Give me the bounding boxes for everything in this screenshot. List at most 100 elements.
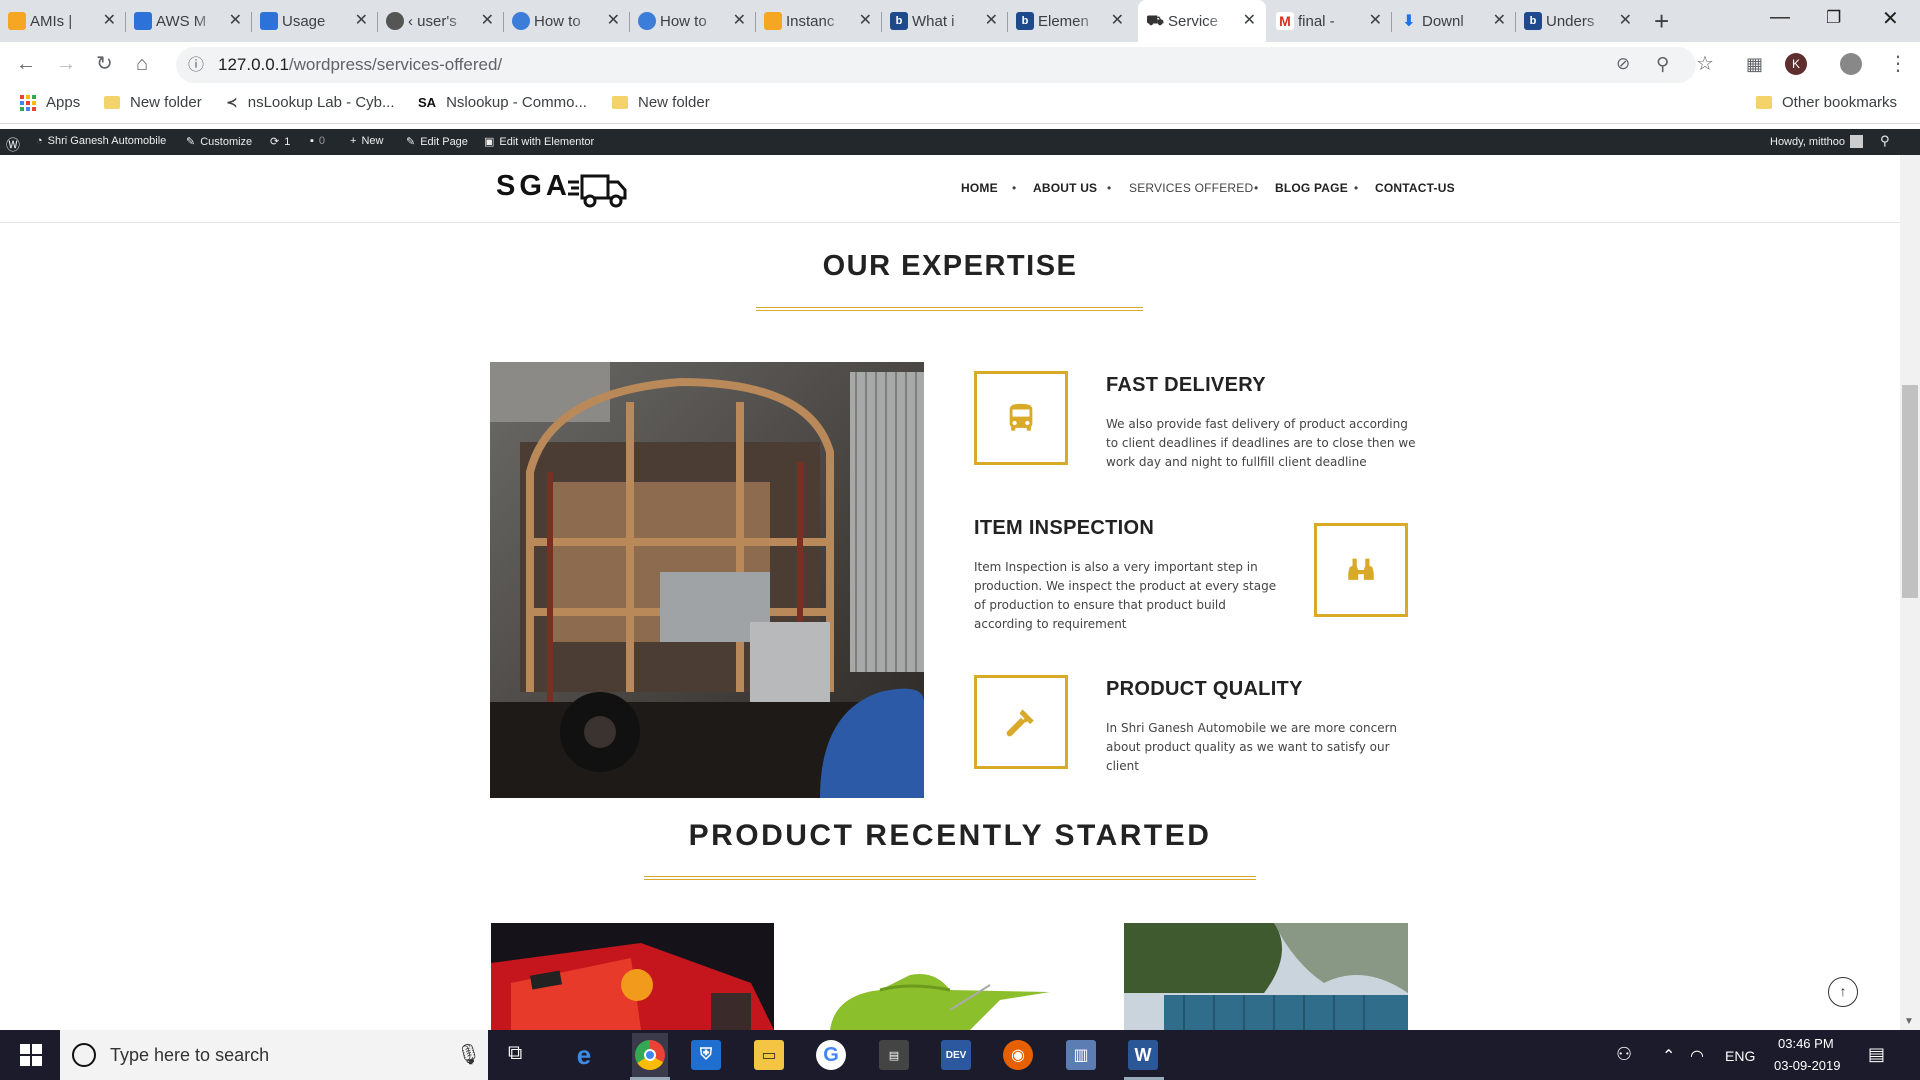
network-app-icon[interactable]: ▥ — [1066, 1040, 1096, 1070]
microphone-icon[interactable]: 🎙 — [456, 1042, 481, 1067]
account-icon[interactable] — [1840, 53, 1862, 75]
tab-5[interactable]: How to ✕ — [630, 0, 756, 42]
bookmark-folder-2[interactable]: New folder — [612, 94, 710, 111]
blocked-icon[interactable]: ⊘ — [1616, 52, 1630, 76]
nav-blog-page[interactable]: BLOG PAGE — [1275, 181, 1348, 195]
wp-admin-bar: Ⓦ ◔ Shri Ganesh Automobile ✎ Customize ⟳ 1 … — [0, 129, 1920, 155]
close-icon[interactable]: ✕ — [859, 12, 872, 30]
site-logo[interactable]: SGA — [496, 170, 571, 203]
nav-contact-us[interactable]: CONTACT-US — [1375, 181, 1455, 195]
gmail-icon: M — [1276, 12, 1294, 30]
close-icon[interactable]: ✕ — [985, 12, 998, 30]
notifications-icon[interactable]: ▤ — [1868, 1044, 1885, 1065]
bookmark-nslookup-lab[interactable]: ≺ nsLookup Lab - Cyb... — [226, 94, 395, 111]
admin-site-link[interactable]: ◔ Shri Ganesh Automobile — [36, 135, 166, 147]
logo-truck-icon — [568, 174, 627, 208]
window-close-button[interactable]: ✕ — [1882, 6, 1899, 31]
app-icon[interactable]: ▤ — [879, 1040, 909, 1070]
reload-icon[interactable]: ↻ — [96, 52, 113, 76]
admin-updates-count: 1 — [284, 135, 291, 148]
zoom-icon[interactable]: ⚲ — [1656, 52, 1669, 76]
task-view-icon[interactable]: ⧉ — [508, 1042, 522, 1065]
nav-about-us[interactable]: ABOUT US — [1033, 181, 1097, 195]
tab-1[interactable]: AWS M ✕ — [126, 0, 252, 42]
workshop-truck-image — [490, 362, 924, 798]
admin-comments-link[interactable]: ▪ 0 — [310, 135, 325, 147]
bookmark-star-icon[interactable]: ☆ — [1696, 52, 1714, 76]
admin-search-icon[interactable]: ⚲ — [1880, 133, 1890, 149]
nav-home[interactable]: HOME — [961, 181, 998, 195]
bookmark-folder[interactable]: New folder — [104, 94, 202, 111]
extension-icon[interactable]: ▦ — [1746, 52, 1763, 76]
forward-icon[interactable]: → — [56, 52, 76, 76]
scrollbar-thumb[interactable] — [1902, 385, 1918, 598]
tab-7[interactable]: b What i ✕ — [882, 0, 1008, 42]
tab-title: Downl — [1422, 12, 1464, 30]
tab-10[interactable]: M final - ✕ — [1268, 0, 1392, 42]
admin-new-link[interactable]: + New — [350, 135, 383, 147]
clock-date[interactable]: 03-09-2019 — [1774, 1058, 1841, 1073]
defender-icon[interactable]: ⛨ — [691, 1040, 721, 1070]
close-icon[interactable]: ✕ — [103, 12, 116, 30]
edge-icon[interactable]: e — [569, 1040, 599, 1070]
tab-6[interactable]: Instanc ✕ — [756, 0, 882, 42]
close-icon[interactable]: ✕ — [229, 12, 242, 30]
tab-4[interactable]: How to ✕ — [504, 0, 630, 42]
close-icon[interactable]: ✕ — [1243, 12, 1256, 30]
profile-avatar[interactable]: K — [1785, 53, 1807, 75]
product-image-container[interactable] — [1124, 923, 1408, 1030]
recent-products-divider — [644, 876, 1256, 880]
file-explorer-icon[interactable]: ▭ — [754, 1040, 784, 1070]
language-indicator[interactable]: ENG — [1725, 1048, 1755, 1064]
maximize-button[interactable]: ❐ — [1826, 8, 1841, 28]
admin-elementor-link[interactable]: ▣ Edit with Elementor — [484, 135, 594, 149]
scroll-down-icon[interactable]: ▼ — [1904, 1016, 1914, 1027]
new-tab-button[interactable]: + — [1654, 8, 1669, 34]
admin-account-link[interactable]: Howdy, mitthoo — [1770, 135, 1863, 148]
tray-chevron-icon[interactable]: ⌃ — [1662, 1046, 1675, 1066]
close-icon[interactable]: ✕ — [607, 12, 620, 30]
wifi-icon[interactable]: ◠ — [1690, 1046, 1704, 1066]
people-tray-icon[interactable]: ⚇ — [1616, 1044, 1632, 1065]
back-to-top-button[interactable]: ↑ — [1828, 977, 1858, 1007]
product-image-green-cart[interactable] — [820, 970, 1060, 1030]
close-icon[interactable]: ✕ — [1369, 12, 1382, 30]
dev-icon[interactable]: DEV — [941, 1040, 971, 1070]
close-icon[interactable]: ✕ — [1111, 12, 1124, 30]
tab-9-active[interactable]: ⛟ Service ✕ — [1138, 0, 1266, 42]
admin-customize-link[interactable]: ✎ Customize — [186, 135, 252, 149]
tab-3[interactable]: ‹ user's ✕ — [378, 0, 504, 42]
tab-0[interactable]: AMIs | ✕ — [0, 0, 126, 42]
product-image-food-truck[interactable] — [491, 923, 774, 1030]
tab-2[interactable]: Usage ✕ — [252, 0, 378, 42]
menu-icon[interactable]: ⋮ — [1888, 52, 1908, 76]
wordpress-icon[interactable]: Ⓦ — [6, 135, 20, 155]
google-icon[interactable]: G — [816, 1040, 846, 1070]
other-bookmarks[interactable]: Other bookmarks — [1756, 94, 1897, 111]
tab-12[interactable]: b Unders ✕ — [1516, 0, 1642, 42]
nav-services-offered[interactable]: SERVICES OFFERED — [1129, 181, 1253, 195]
close-icon[interactable]: ✕ — [481, 12, 494, 30]
home-icon[interactable]: ⌂ — [136, 52, 148, 76]
close-icon[interactable]: ✕ — [1493, 12, 1506, 30]
minimize-button[interactable]: — — [1770, 6, 1790, 29]
close-icon[interactable]: ✕ — [733, 12, 746, 30]
admin-edit-page-link[interactable]: ✎ Edit Page — [406, 135, 468, 149]
chrome-icon[interactable] — [635, 1040, 665, 1070]
url-text[interactable]: 127.0.0.1/wordpress/services-offered/ — [218, 55, 502, 75]
comment-icon: ▪ — [310, 135, 314, 147]
tab-8[interactable]: b Elemen ✕ — [1008, 0, 1134, 42]
word-icon[interactable]: W — [1128, 1040, 1158, 1070]
close-icon[interactable]: ✕ — [355, 12, 368, 30]
close-icon[interactable]: ✕ — [1619, 12, 1632, 30]
windows-start-icon[interactable] — [20, 1044, 42, 1071]
tab-11[interactable]: ⬇ Downl ✕ — [1392, 0, 1516, 42]
admin-edit-page-label: Edit Page — [420, 135, 468, 148]
firefox-icon[interactable]: ◉ — [1003, 1040, 1033, 1070]
admin-updates-link[interactable]: ⟳ 1 — [270, 135, 291, 149]
bookmark-nslookup-common[interactable]: SA Nslookup - Commo... — [418, 94, 587, 111]
clock-time[interactable]: 03:46 PM — [1778, 1036, 1834, 1051]
info-icon[interactable]: ⓘ — [188, 54, 204, 78]
bookmark-apps[interactable]: Apps — [20, 94, 80, 111]
back-icon[interactable]: ← — [16, 52, 36, 76]
